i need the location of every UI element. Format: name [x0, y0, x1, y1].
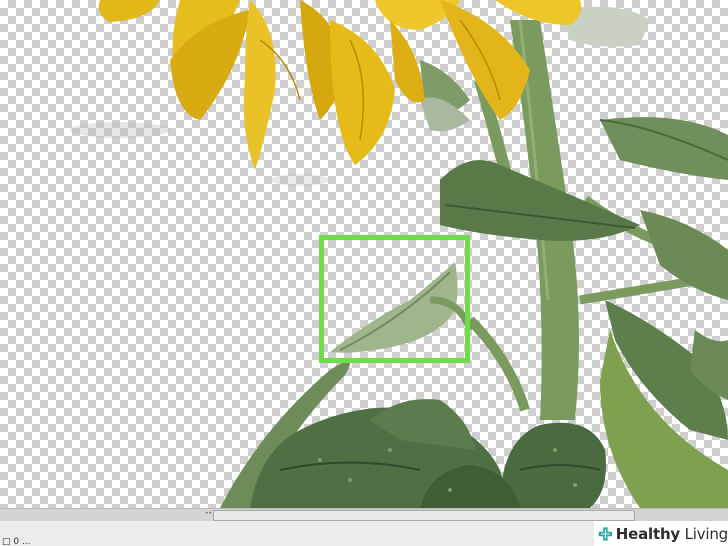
watermark-brand-bold: Healthy	[615, 524, 681, 543]
editor-window: •• □ 0 ... Healthy Living	[0, 0, 728, 546]
sunflower-petals	[98, 0, 582, 170]
image-canvas[interactable]	[0, 0, 728, 508]
horizontal-scrollbar[interactable]: ••	[0, 508, 728, 521]
selection-highlight-box	[319, 235, 470, 363]
watermark-brand-light: Living	[684, 524, 728, 543]
watermark-text: Healthy Living	[616, 525, 728, 543]
healthy-living-watermark: Healthy Living	[594, 521, 728, 546]
scrollbar-grip-icon: ••	[205, 510, 213, 517]
status-text: □ 0 ...	[2, 537, 31, 546]
plus-cross-icon	[598, 526, 613, 541]
scrollbar-thumb[interactable]	[213, 510, 635, 521]
